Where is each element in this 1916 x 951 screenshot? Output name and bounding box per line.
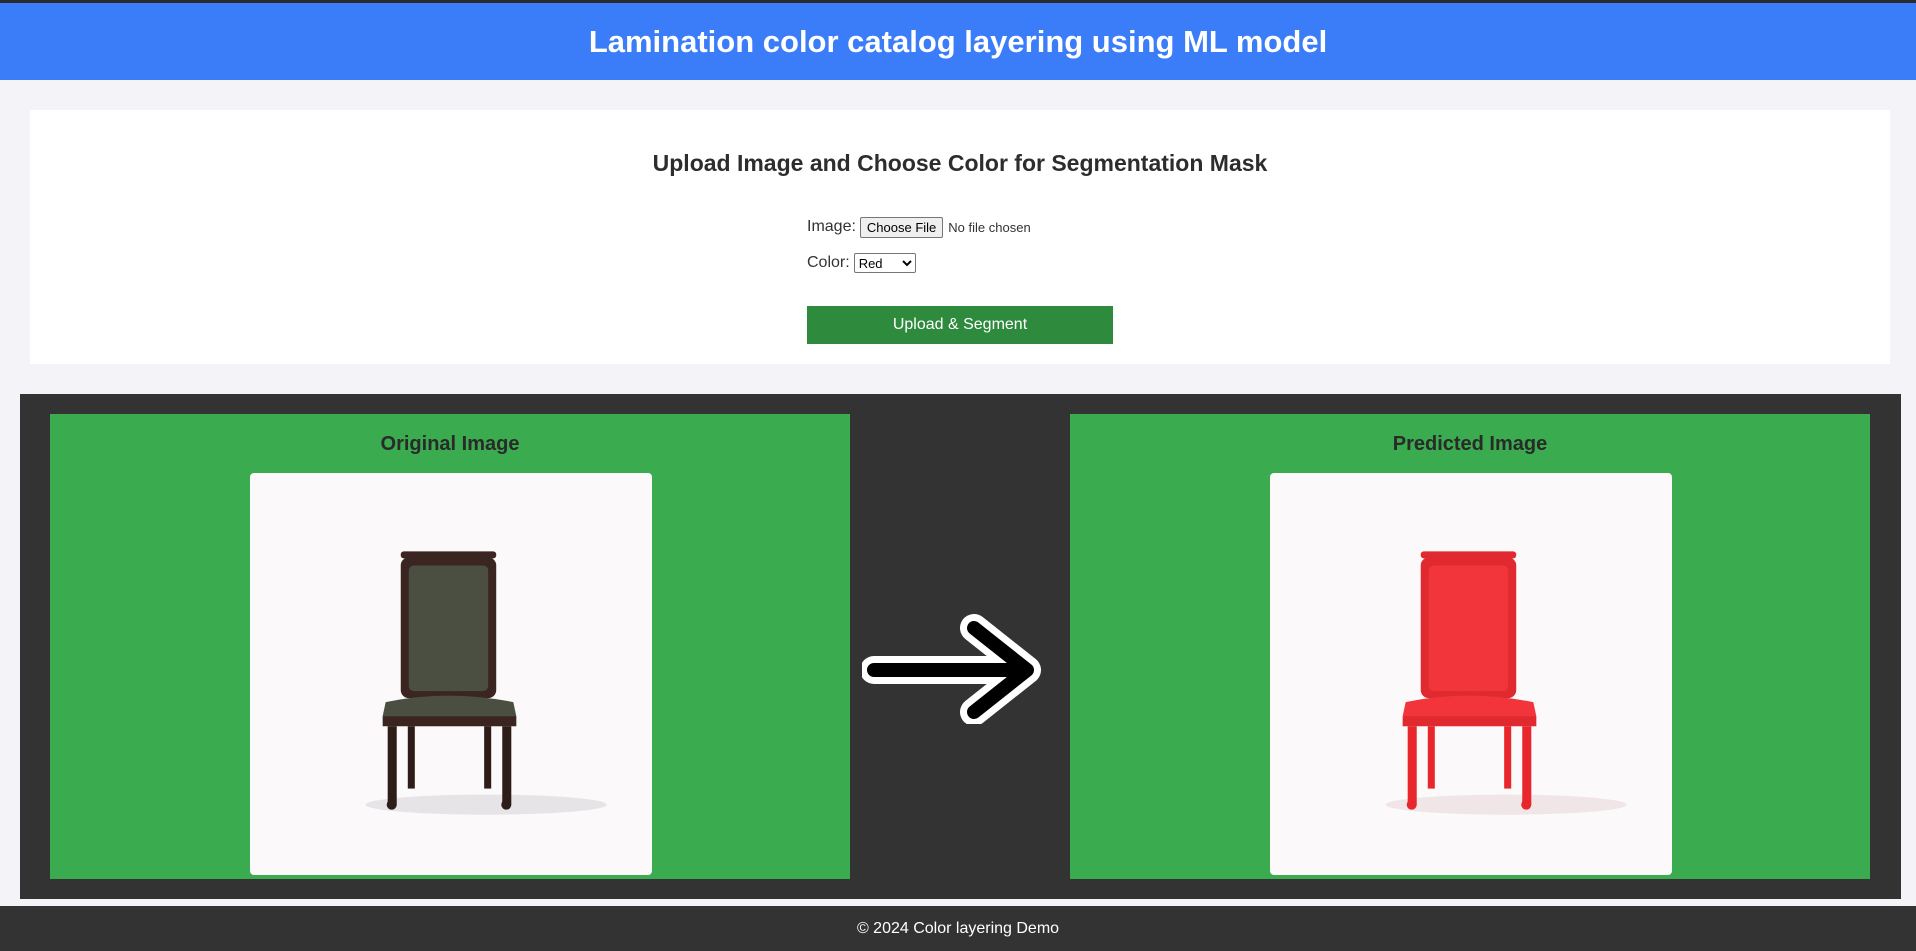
image-row: Image: Choose File No file chosen (807, 214, 1127, 240)
image-label: Image: (807, 218, 856, 235)
original-chair-image (365, 551, 607, 815)
original-image-panel: Original Image (50, 414, 850, 879)
color-row: Color: Red (807, 250, 1127, 276)
predicted-image-panel: Predicted Image (1070, 414, 1870, 879)
page-footer: © 2024 Color layering Demo (0, 906, 1916, 951)
predicted-image (1270, 473, 1672, 875)
choose-file-button[interactable]: Choose File (859, 216, 944, 238)
color-label: Color: (807, 254, 850, 271)
app-header: Lamination color catalog layering using … (0, 3, 1916, 80)
predicted-image-title: Predicted Image (1392, 433, 1548, 455)
predicted-chair-image (1385, 551, 1627, 815)
results-section: Original Image Predicted Image (20, 394, 1901, 899)
original-image (250, 473, 652, 875)
upload-heading: Upload Image and Choose Color for Segmen… (652, 150, 1268, 176)
original-image-title: Original Image (380, 433, 520, 455)
footer-text: © 2024 Color layering Demo (856, 919, 1060, 937)
upload-segment-button[interactable]: Upload & Segment (807, 306, 1113, 344)
upload-form-card: Upload Image and Choose Color for Segmen… (30, 110, 1890, 364)
page-title: Lamination color catalog layering using … (588, 23, 1328, 59)
arrow-right-icon (862, 614, 1041, 724)
color-select[interactable]: Red (853, 253, 916, 273)
file-status-text: No file chosen (948, 219, 1031, 235)
upload-form: Image: Choose File No file chosen Color:… (807, 214, 1127, 286)
